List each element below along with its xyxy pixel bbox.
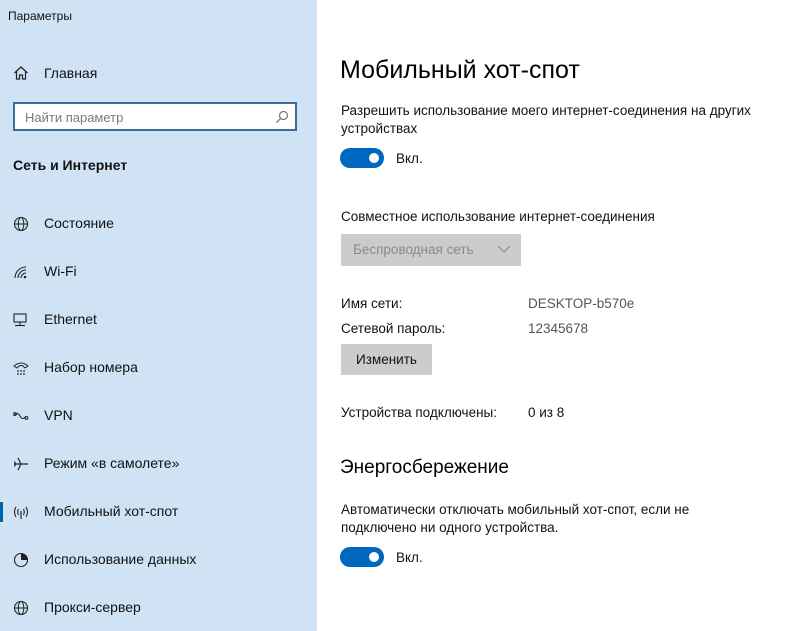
sharing-label: Совместное использование интернет-соедин… — [341, 209, 655, 224]
search-input[interactable] — [25, 108, 265, 126]
network-name-label: Имя сети: — [341, 296, 403, 311]
sidebar-item-data-usage[interactable]: Использование данных — [0, 540, 317, 580]
sidebar-item-status[interactable]: Состояние — [0, 204, 317, 244]
sidebar-item-vpn[interactable]: VPN — [0, 396, 317, 436]
section-title: Сеть и Интернет — [13, 157, 128, 173]
toggle-knob — [369, 552, 379, 562]
sidebar-item-label: Мобильный хот-спот — [44, 503, 179, 519]
home-nav-item[interactable]: Главная — [13, 64, 97, 82]
sidebar-item-label: Использование данных — [44, 551, 197, 567]
ethernet-icon — [13, 313, 27, 327]
power-saving-title: Энергосбережение — [340, 457, 509, 478]
home-icon — [14, 66, 28, 80]
edit-button[interactable]: Изменить — [341, 344, 432, 375]
sidebar-item-label: Режим «в самолете» — [44, 455, 180, 471]
sidebar-item-proxy[interactable]: Прокси-сервер — [0, 588, 317, 628]
sidebar-item-ethernet[interactable]: Ethernet — [0, 300, 317, 340]
sidebar-item-label: VPN — [44, 407, 73, 423]
sidebar-item-label: Wi-Fi — [44, 263, 77, 279]
sidebar-item-label: Состояние — [44, 215, 114, 231]
sidebar-item-hotspot[interactable]: Мобильный хот-спот — [0, 492, 317, 532]
globe-icon — [13, 600, 29, 616]
devices-value: 0 из 8 — [528, 405, 565, 420]
chevron-down-icon — [497, 245, 511, 253]
share-description-line1: Разрешить использование моего интернет-с… — [341, 103, 751, 118]
power-toggle-label: Вкл. — [396, 549, 423, 565]
page-title: Мобильный хот-спот — [340, 56, 580, 84]
sidebar-item-label: Ethernet — [44, 311, 97, 327]
password-value: 12345678 — [528, 321, 589, 336]
sidebar-item-label: Прокси-сервер — [44, 599, 141, 615]
vpn-icon — [13, 412, 29, 420]
airplane-icon — [13, 457, 28, 471]
search-icon — [276, 110, 289, 123]
power-toggle-row: Вкл. — [340, 547, 423, 567]
share-description-line2: устройствах — [341, 121, 418, 136]
toggle-knob — [369, 153, 379, 163]
sidebar: Параметры Главная Сеть и Интернет Состоя… — [0, 0, 317, 631]
sidebar-item-wifi[interactable]: Wi-Fi — [0, 252, 317, 292]
main-content: Мобильный хот-спот Разрешить использован… — [317, 0, 809, 631]
power-toggle[interactable] — [340, 547, 384, 567]
hotspot-icon — [13, 506, 29, 519]
sidebar-item-label: Набор номера — [44, 359, 138, 375]
active-indicator — [0, 502, 3, 522]
share-toggle[interactable] — [340, 148, 384, 168]
network-name-value: DESKTOP-b570e — [528, 296, 635, 311]
sharing-dropdown[interactable]: Беспроводная сеть — [341, 234, 521, 266]
share-toggle-label: Вкл. — [396, 150, 423, 166]
devices-label: Устройства подключены: — [341, 405, 497, 420]
sidebar-item-dialup[interactable]: Набор номера — [0, 348, 317, 388]
dialup-icon — [13, 362, 29, 375]
sharing-dropdown-value: Беспроводная сеть — [353, 242, 474, 257]
search-box[interactable] — [13, 102, 297, 131]
share-toggle-row: Вкл. — [340, 148, 423, 168]
power-description-line1: Автоматически отключать мобильный хот-сп… — [341, 502, 690, 517]
data-usage-icon — [13, 552, 29, 568]
globe-icon — [13, 216, 29, 232]
sidebar-item-airplane[interactable]: Режим «в самолете» — [0, 444, 317, 484]
app-title: Параметры — [8, 9, 72, 23]
wifi-icon — [14, 266, 27, 279]
password-label: Сетевой пароль: — [341, 321, 446, 336]
power-description-line2: подключено ни одного устройства. — [341, 520, 559, 535]
home-label: Главная — [44, 65, 98, 81]
